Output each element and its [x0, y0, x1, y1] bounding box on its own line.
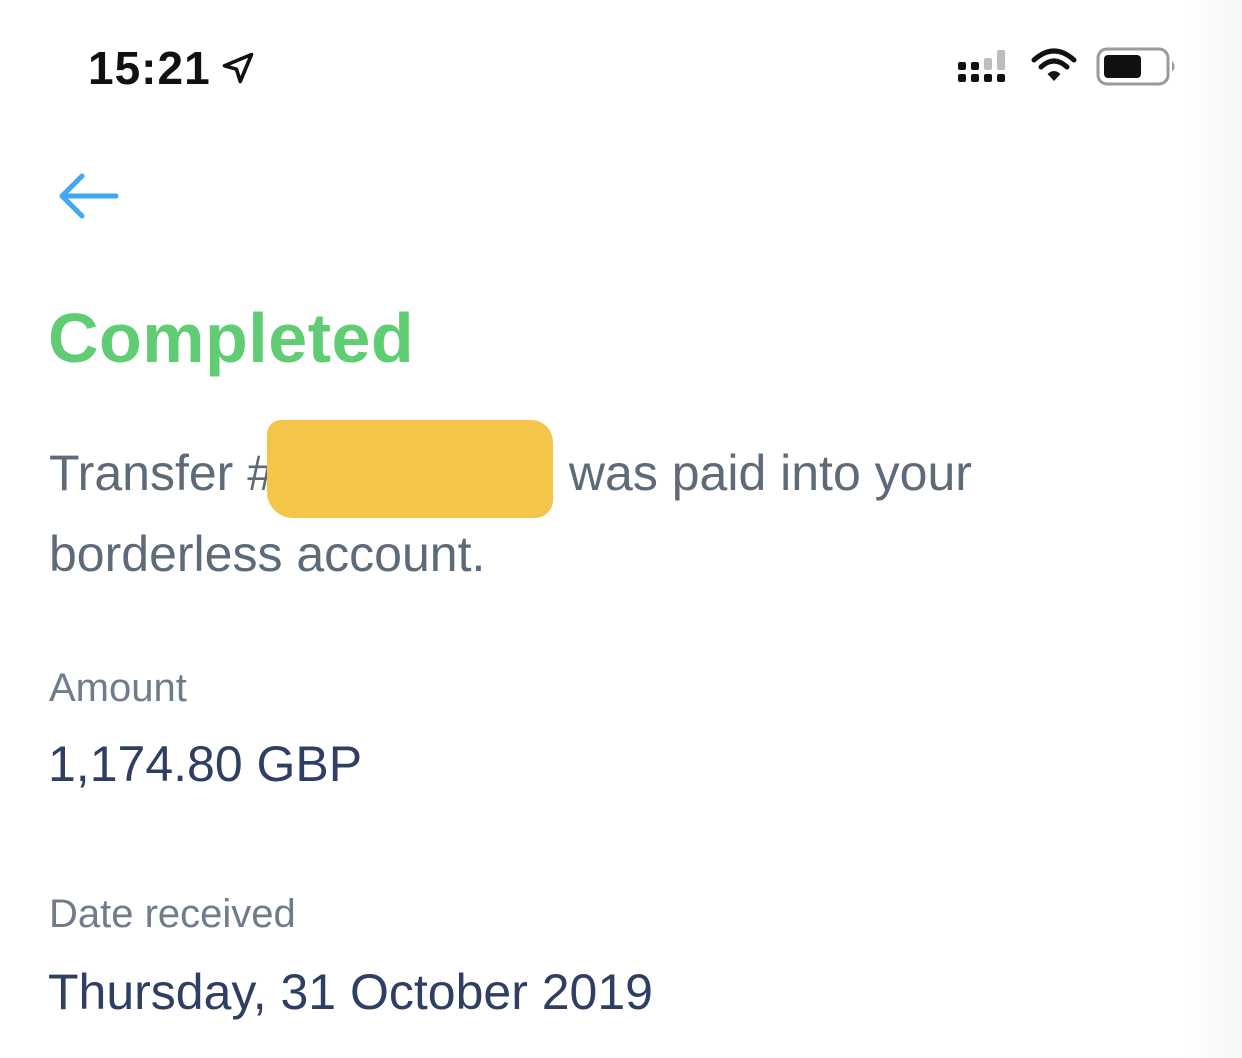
status-bar: 15:21	[0, 0, 1242, 130]
redaction-mark	[267, 420, 554, 518]
status-time: 15:21	[88, 42, 211, 94]
transfer-message: Transfer # was paid into your borderless…	[49, 420, 1149, 590]
cellular-signal-icon	[958, 50, 1005, 82]
transfer-message-prefix: Transfer #	[49, 445, 276, 501]
wifi-icon	[1031, 48, 1077, 81]
amount-label: Amount	[49, 666, 187, 710]
back-button[interactable]	[52, 168, 128, 228]
arrow-left-icon	[59, 173, 119, 219]
date-received-label: Date received	[49, 892, 296, 936]
edge-shadow	[1182, 0, 1242, 1058]
date-received-value: Thursday, 31 October 2019	[48, 964, 653, 1020]
transfer-status-title: Completed	[48, 299, 415, 377]
amount-value: 1,174.80 GBP	[48, 736, 363, 792]
location-arrow-icon	[222, 52, 254, 84]
battery-icon	[1096, 47, 1175, 86]
